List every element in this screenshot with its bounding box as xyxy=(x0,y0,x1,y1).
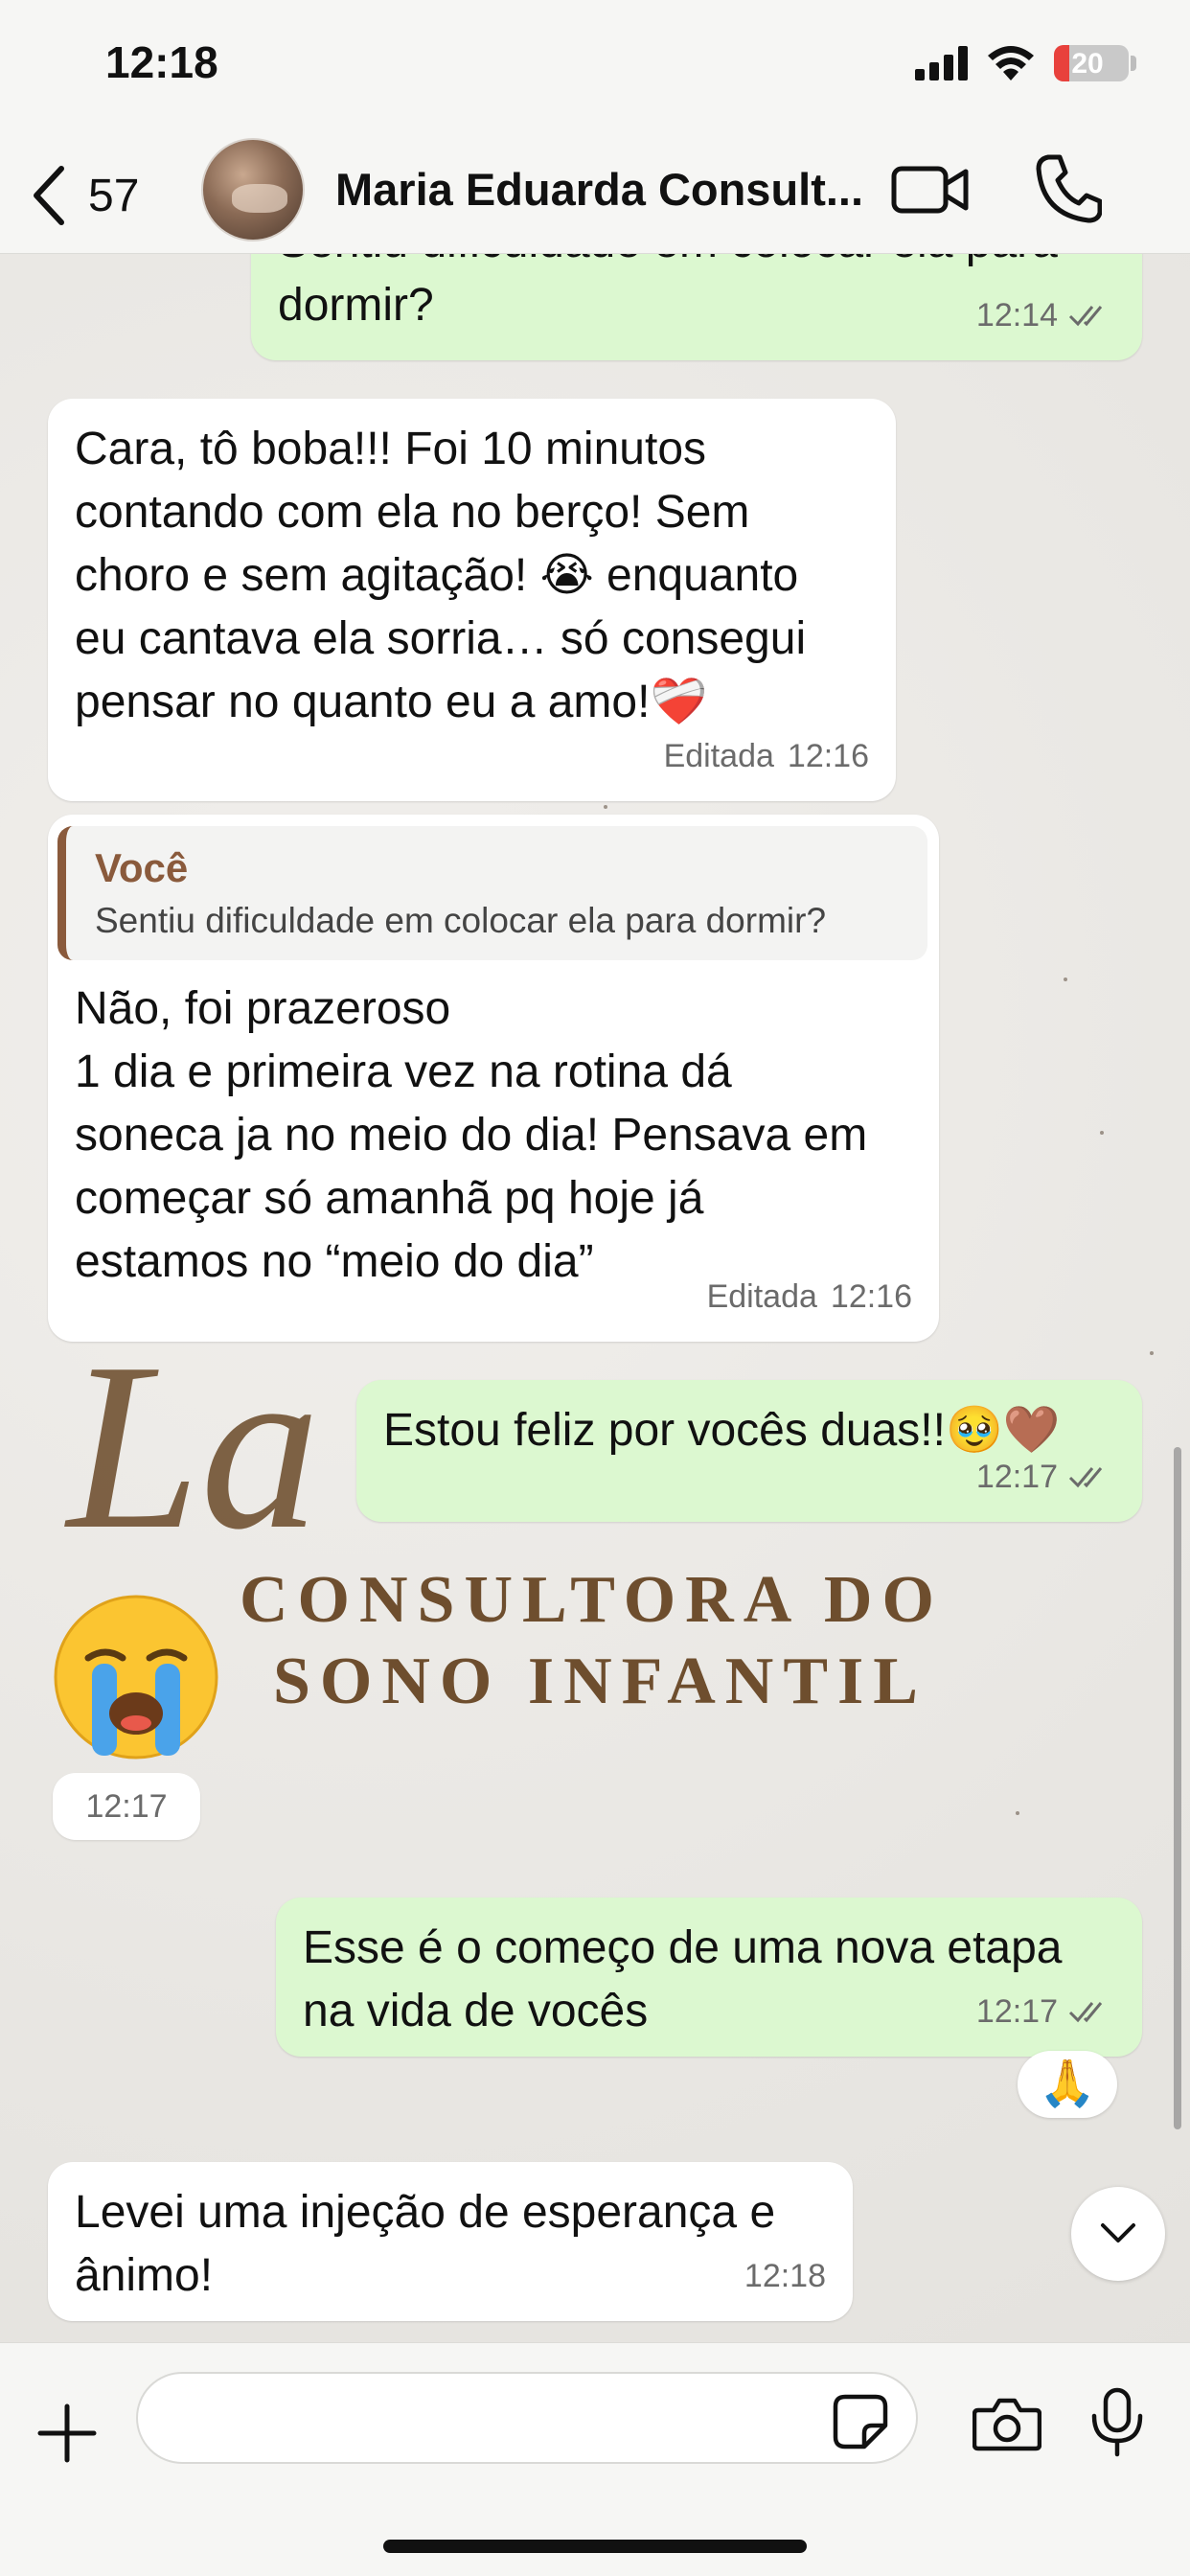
message-time: 12:17 xyxy=(975,1459,1058,1495)
camera-icon[interactable] xyxy=(973,2395,1041,2452)
edited-label: Editada xyxy=(706,1278,817,1315)
message-meta: 12:14 xyxy=(976,284,1115,347)
message-bubble-outgoing[interactable]: Estou feliz por vocês duas!!🥹🤎 12:17 xyxy=(356,1380,1142,1522)
message-text: Levei uma injeção de esperança e ânimo! xyxy=(75,2187,776,2301)
wallpaper-logo-line2: SONO INFANTIL xyxy=(273,1644,927,1718)
scrollbar[interactable] xyxy=(1174,1447,1181,2129)
message-reaction[interactable]: 🙏 xyxy=(1018,2051,1117,2118)
home-indicator[interactable] xyxy=(383,2540,807,2553)
video-camera-icon[interactable] xyxy=(891,155,970,222)
contact-avatar[interactable] xyxy=(201,138,305,242)
quote-author: Você xyxy=(95,845,189,890)
loudly-crying-face-emoji[interactable] xyxy=(50,1591,222,1763)
message-meta: 12:18 xyxy=(744,2244,826,2308)
message-time: 12:17 xyxy=(975,1993,1058,2030)
message-input[interactable] xyxy=(136,2372,918,2464)
battery-level: 20 xyxy=(1071,48,1104,80)
status-bar: 12:18 20 xyxy=(0,0,1190,134)
message-meta: Editada 12:16 xyxy=(707,1265,912,1328)
double-check-icon xyxy=(1068,306,1103,327)
sticker-icon[interactable] xyxy=(832,2393,889,2450)
message-time: 12:18 xyxy=(744,2258,826,2294)
wallpaper-logo-line1: CONSULTORA DO xyxy=(240,1563,944,1637)
message-meta: Editada 12:16 xyxy=(664,724,869,788)
message-time: 12:16 xyxy=(830,1278,912,1315)
chevron-down-icon xyxy=(1101,2223,1135,2242)
double-check-icon xyxy=(1068,2002,1103,2023)
wallpaper-speck xyxy=(604,805,607,809)
plus-icon[interactable] xyxy=(36,2403,98,2464)
message-bubble-incoming[interactable]: Cara, tô boba!!! Foi 10 minutos contando… xyxy=(48,399,896,801)
double-check-icon xyxy=(1068,1467,1103,1488)
message-time: 12:14 xyxy=(975,297,1058,334)
message-bubble-outgoing[interactable]: Esse é o começo de uma nova etapa na vid… xyxy=(276,1898,1142,2057)
wallpaper-speck xyxy=(1150,1351,1154,1355)
wallpaper-speck xyxy=(1064,978,1067,981)
status-time: 12:18 xyxy=(105,37,218,87)
phone-icon[interactable] xyxy=(1035,153,1102,224)
message-text: Cara, tô boba!!! Foi 10 minutos contando… xyxy=(75,424,807,727)
chat-header: 57 Maria Eduarda Consult... xyxy=(0,134,1190,254)
message-meta: 12:17 xyxy=(976,1445,1115,1508)
cellular-signal-icon xyxy=(915,46,969,80)
microphone-icon[interactable] xyxy=(1088,2387,1146,2458)
battery-icon: 20 xyxy=(1054,45,1129,81)
message-time-pill: 12:17 xyxy=(53,1773,200,1840)
message-meta: 12:17 xyxy=(976,1980,1115,2043)
message-bubble-incoming-reply[interactable]: Você Sentiu dificuldade em colocar ela p… xyxy=(48,815,939,1342)
battery-nub xyxy=(1131,56,1136,71)
quoted-message[interactable]: Você Sentiu dificuldade em colocar ela p… xyxy=(57,826,927,960)
chat-screen: La CONSULTORA DO SONO INFANTIL Sentiu di… xyxy=(0,0,1190,2576)
wifi-icon xyxy=(988,46,1034,80)
edited-label: Editada xyxy=(663,738,774,774)
back-button[interactable]: 57 xyxy=(29,157,139,234)
message-time: 12:16 xyxy=(787,738,869,774)
unread-count: 57 xyxy=(88,170,140,221)
wallpaper-speck xyxy=(1100,1131,1104,1135)
contact-name[interactable]: Maria Eduarda Consult... xyxy=(335,163,872,216)
wallpaper-logo-script: La xyxy=(67,1314,321,1579)
scroll-to-bottom-button[interactable] xyxy=(1071,2187,1165,2281)
message-composer xyxy=(0,2342,1190,2576)
message-text: Não, foi prazeroso 1 dia e primeira vez … xyxy=(75,983,868,1287)
quote-text: Sentiu dificuldade em colocar ela para d… xyxy=(95,901,827,940)
wallpaper-speck xyxy=(1016,1811,1019,1815)
chevron-left-icon xyxy=(34,166,64,225)
message-bubble-incoming[interactable]: Levei uma injeção de esperança e ânimo! … xyxy=(48,2162,853,2321)
